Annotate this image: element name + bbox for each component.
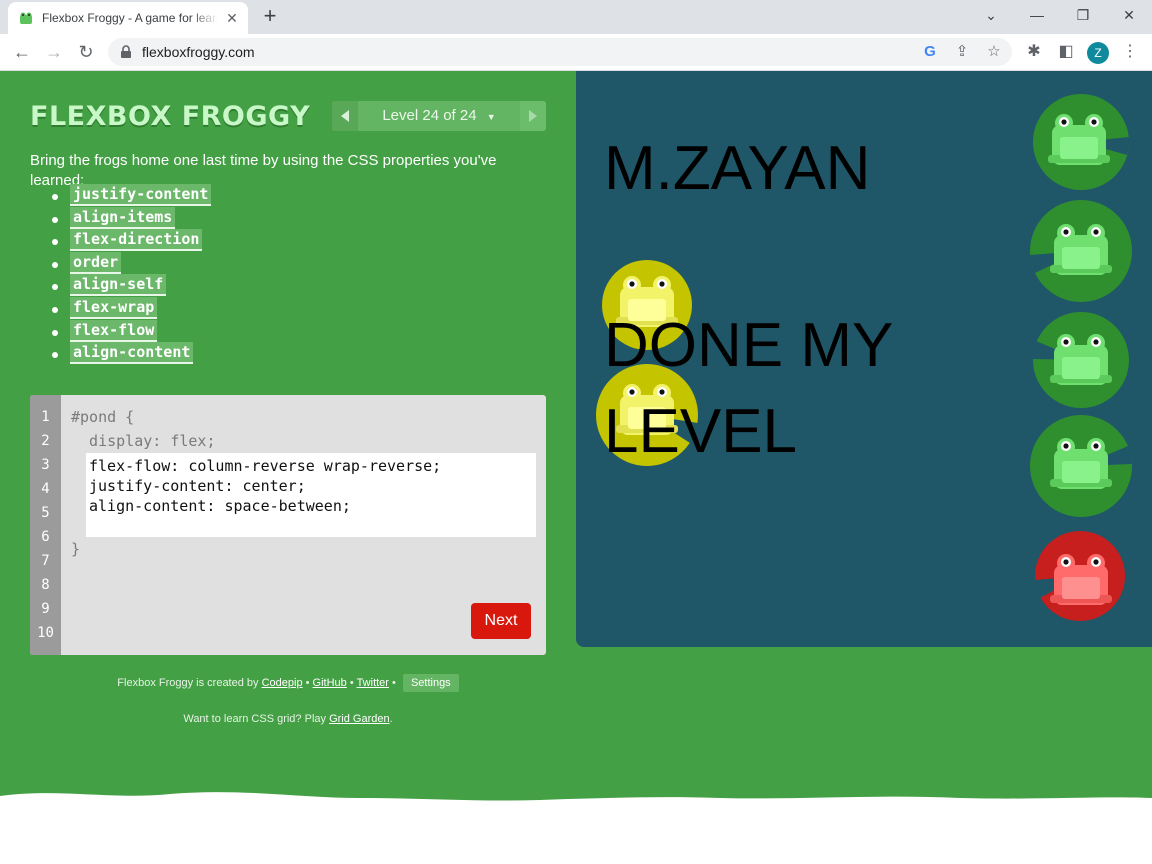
red-frog-icon	[1050, 554, 1112, 605]
codepip-link[interactable]: Codepip	[262, 677, 303, 689]
next-button[interactable]: Next	[471, 603, 531, 639]
property-code[interactable]: flex-wrap	[70, 296, 158, 319]
address-bar[interactable]: flexboxfroggy.com G ⇪ ☆	[108, 38, 1012, 66]
green-frog-icon	[1050, 334, 1112, 385]
close-window-button[interactable]: ✕	[1119, 6, 1139, 24]
code-editor: 1 2 3 4 5 6 7 8 9 10 #pond { display: fl…	[30, 395, 546, 655]
property-code[interactable]: align-content	[70, 342, 194, 365]
green-frog-icon	[1048, 114, 1110, 165]
caret-down-icon: ▼	[486, 112, 496, 122]
property-code[interactable]: align-self	[70, 274, 167, 297]
level-indicator[interactable]: Level 24 of 24 ▼	[358, 101, 520, 131]
css-code-input[interactable]: flex-flow: column-reverse wrap-reverse; …	[86, 453, 536, 537]
list-item: flex-flow	[52, 319, 211, 344]
code-line-closing-brace: }	[71, 540, 81, 558]
level-label: Level 24 of 24	[382, 107, 477, 124]
list-item: flex-direction	[52, 229, 211, 253]
previous-level-button[interactable]	[332, 101, 358, 131]
line-number: 3	[41, 457, 50, 473]
google-icon[interactable]: G	[920, 42, 940, 62]
url-text: flexboxfroggy.com	[142, 44, 255, 60]
list-item: justify-content	[52, 184, 212, 208]
code-line-display: display: flex;	[71, 432, 216, 450]
overlay-text-message: DONE MY LEVEL	[604, 311, 893, 466]
minimize-button[interactable]: —	[1027, 6, 1047, 24]
bookmark-star-icon[interactable]: ☆	[984, 42, 1004, 62]
line-number: 2	[41, 433, 50, 449]
property-code[interactable]: flex-flow	[70, 319, 158, 342]
list-item: flex-wrap	[52, 296, 211, 321]
profile-avatar[interactable]: Z	[1087, 42, 1109, 64]
list-item: align-self	[52, 274, 211, 298]
grid-garden-link[interactable]: Grid Garden	[329, 713, 390, 725]
github-link[interactable]: GitHub	[313, 677, 347, 689]
triangle-left-icon	[341, 110, 349, 122]
line-number: 6	[41, 529, 50, 545]
side-panel-icon[interactable]: ◧	[1055, 41, 1077, 63]
torn-paper-edge	[0, 792, 1152, 864]
line-number: 10	[37, 625, 54, 641]
credits-line: Flexbox Froggy is created by Codepip • G…	[0, 674, 576, 692]
level-navigator: Level 24 of 24 ▼	[332, 101, 546, 131]
browser-tab-strip: Flexbox Froggy - A game for learning CSS…	[0, 0, 1152, 34]
line-number-gutter: 1 2 3 4 5 6 7 8 9 10	[30, 395, 61, 655]
line-number: 7	[41, 553, 50, 569]
line-number: 8	[41, 577, 50, 593]
line-number: 5	[41, 505, 50, 521]
lock-icon	[121, 45, 131, 58]
list-item: order	[52, 251, 211, 276]
share-icon[interactable]: ⇪	[952, 42, 972, 62]
next-level-button[interactable]	[520, 101, 546, 131]
css-property-list: justify-content align-items flex-directi…	[52, 184, 212, 366]
pond-board: M.ZAYAN DONE MY LEVEL	[576, 71, 1152, 647]
back-button[interactable]: ←	[10, 40, 34, 64]
code-line-selector: #pond {	[71, 408, 135, 426]
overlay-text-name: M.ZAYAN	[604, 134, 871, 203]
frog-favicon-icon	[20, 12, 32, 24]
line-number: 9	[41, 601, 50, 617]
restore-button[interactable]: ❐	[1073, 6, 1093, 24]
property-code[interactable]: order	[70, 251, 122, 274]
line-number: 1	[41, 409, 50, 425]
property-code[interactable]: align-items	[70, 206, 176, 229]
triangle-right-icon	[529, 110, 537, 122]
promo-prefix: Want to learn CSS grid? Play	[183, 713, 326, 725]
browser-tab[interactable]: Flexbox Froggy - A game for learning CSS…	[8, 2, 248, 34]
twitter-link[interactable]: Twitter	[357, 677, 389, 689]
green-frog-icon	[1050, 224, 1112, 275]
menu-kebab-icon[interactable]: ⋮	[1119, 41, 1141, 63]
credits-prefix: Flexbox Froggy is created by	[117, 677, 259, 689]
list-item: align-items	[52, 206, 211, 231]
extensions-icon[interactable]: ✱	[1023, 41, 1045, 63]
forward-button[interactable]: →	[42, 40, 66, 64]
game-page: FLEXBOX FROGGY Level 24 of 24 ▼ Bring th…	[0, 71, 1152, 864]
list-item: align-content	[52, 342, 211, 366]
close-tab-icon[interactable]: ✕	[224, 10, 240, 26]
new-tab-button[interactable]: +	[258, 5, 282, 29]
browser-toolbar: ← → ↻ flexboxfroggy.com G ⇪ ☆ ✱ ◧ Z ⋮	[0, 34, 1152, 71]
property-code[interactable]: flex-direction	[70, 229, 203, 252]
tab-title: Flexbox Froggy - A game for learning CSS…	[42, 11, 218, 25]
tab-search-icon[interactable]: ⌄	[981, 6, 1001, 24]
line-number: 4	[41, 481, 50, 497]
settings-button[interactable]: Settings	[402, 674, 459, 692]
property-code[interactable]: justify-content	[70, 184, 212, 206]
reload-button[interactable]: ↻	[74, 40, 98, 64]
game-logo: FLEXBOX FROGGY	[30, 101, 311, 132]
green-frog-icon	[1050, 438, 1112, 489]
grid-garden-promo: Want to learn CSS grid? Play Grid Garden…	[183, 713, 393, 725]
